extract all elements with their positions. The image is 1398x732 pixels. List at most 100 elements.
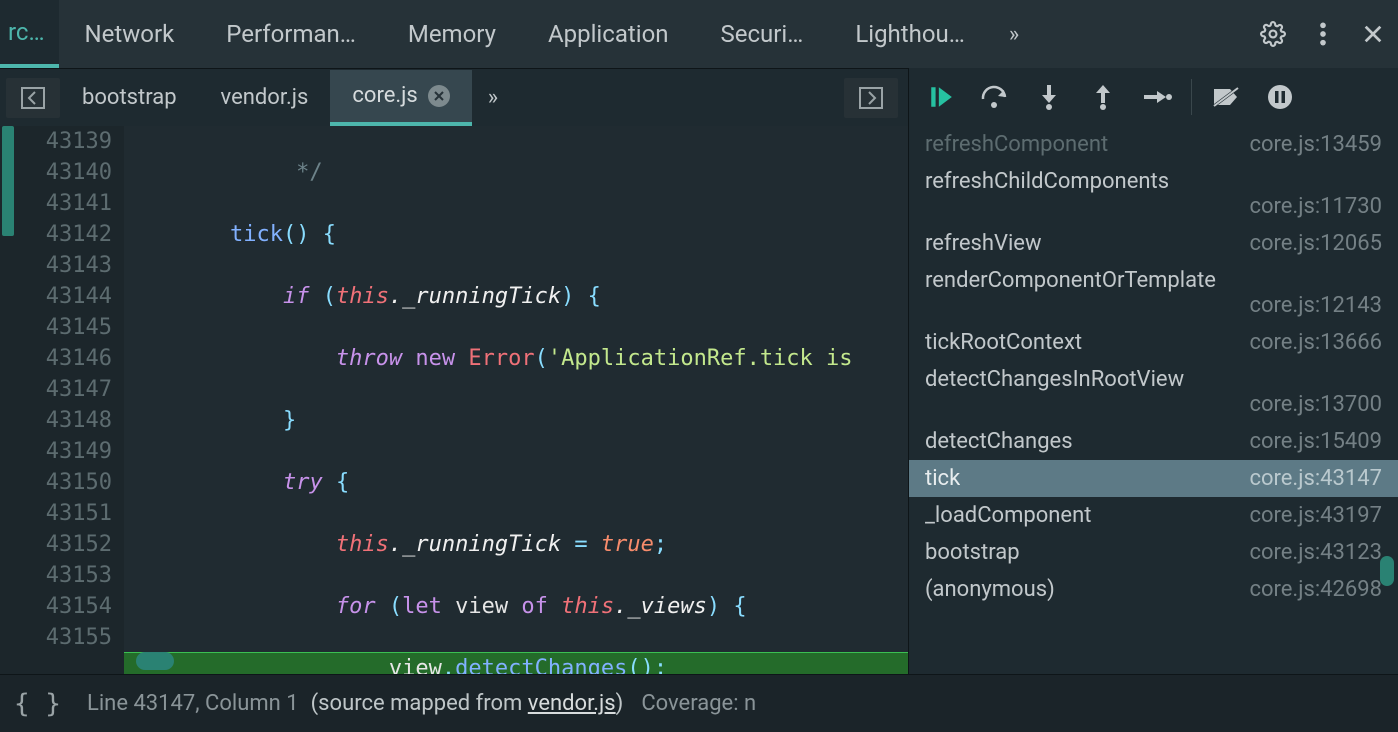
mapped-prefix: (source mapped from (311, 691, 528, 716)
close-tab-button[interactable] (428, 85, 450, 107)
pause-on-exceptions-button[interactable] (1254, 75, 1306, 119)
file-tab-bootstrap[interactable]: bootstrap (60, 70, 199, 126)
line-number: 43139 (0, 126, 112, 157)
deactivate-bp-icon (1212, 86, 1240, 108)
step-out-icon (1093, 84, 1113, 110)
nav-right-icon (859, 87, 883, 109)
frame-location: core.js:42698 (1249, 577, 1382, 602)
step-into-button[interactable] (1023, 75, 1075, 119)
step-button[interactable] (1131, 75, 1183, 119)
frame-function-name: (anonymous) (925, 577, 1055, 602)
step-over-icon (980, 85, 1010, 109)
vertical-scroll-thumb[interactable] (1380, 556, 1394, 586)
coverage-info: Coverage: n (641, 691, 756, 716)
tabs-overflow-icon[interactable]: » (991, 22, 1037, 47)
tab-memory[interactable]: Memory (382, 0, 522, 68)
line-number: 43150 (0, 467, 112, 498)
close-devtools-button[interactable] (1348, 0, 1398, 68)
step-out-button[interactable] (1077, 75, 1129, 119)
source-map-info: (source mapped from vendor.js) (311, 691, 624, 716)
frame-location: core.js:43147 (1249, 466, 1382, 491)
call-stack-frame[interactable]: tickRootContextcore.js:13666 (909, 324, 1398, 361)
file-tab-core[interactable]: core.js (330, 70, 471, 126)
frame-location: core.js:43123 (1249, 540, 1382, 565)
frame-function-name: detectChangesInRootView (925, 367, 1382, 392)
call-stack-frame[interactable]: renderComponentOrTemplatecore.js:12143 (909, 262, 1398, 324)
step-over-button[interactable] (969, 75, 1021, 119)
mapped-suffix: ) (616, 691, 624, 716)
editor-status-bar: { } Line 43147, Column 1 (source mapped … (0, 674, 1398, 732)
line-number: 43142 (0, 219, 112, 250)
resume-button[interactable] (915, 75, 967, 119)
frame-location: core.js:12143 (925, 293, 1382, 318)
line-number: 43143 (0, 250, 112, 281)
line-number: 43152 (0, 529, 112, 560)
call-stack-frame[interactable]: refreshChildComponentscore.js:11730 (909, 163, 1398, 225)
close-icon (1362, 23, 1384, 45)
line-number: 43155 (0, 622, 112, 653)
tab-lighthouse[interactable]: Lighthou… (829, 0, 991, 68)
tab-performance[interactable]: Performan… (200, 0, 382, 68)
code-editor[interactable]: 43139 43140 43141 43142 43143 43144 4314… (0, 126, 908, 674)
frame-function-name: refreshChildComponents (925, 169, 1382, 194)
line-number: 43148 (0, 405, 112, 436)
more-button[interactable] (1298, 0, 1348, 68)
call-stack-frame[interactable]: detectChangesInRootViewcore.js:13700 (909, 361, 1398, 423)
tab-application[interactable]: Application (522, 0, 695, 68)
file-tabs-overflow-icon[interactable]: » (472, 85, 514, 110)
frame-function-name: refreshComponent (925, 132, 1108, 157)
file-tab-label: core.js (352, 83, 417, 108)
line-number: 43146 (0, 343, 112, 374)
call-stack-frame[interactable]: tickcore.js:43147 (909, 460, 1398, 497)
toolbar-separator (1191, 79, 1192, 115)
frame-function-name: bootstrap (925, 540, 1020, 565)
gutter-scroll-indicator (2, 126, 14, 236)
call-stack-frame[interactable]: bootstrap core.js:43123 (909, 534, 1398, 571)
sources-toolbar-row: bootstrap vendor.js core.js » (0, 68, 1398, 126)
cursor-position: Line 43147, Column 1 (87, 691, 299, 716)
frame-function-name: tickRootContext (925, 330, 1082, 355)
frame-location: core.js:11730 (925, 194, 1382, 219)
line-number: 43149 (0, 436, 112, 467)
horizontal-scroll-thumb[interactable] (136, 652, 174, 670)
pause-exceptions-icon (1267, 84, 1293, 110)
devtools-panel-tabs: rc… Network Performan… Memory Applicatio… (0, 0, 1398, 68)
line-number: 43144 (0, 281, 112, 312)
nav-left-icon (21, 87, 45, 109)
tab-sources[interactable]: rc… (0, 0, 59, 68)
frame-location: core.js:15409 (1249, 429, 1382, 454)
resume-icon (928, 84, 954, 110)
call-stack-frame[interactable]: refreshView core.js:12065 (909, 225, 1398, 262)
frame-location: core.js:12065 (1249, 231, 1382, 256)
line-number: 43141 (0, 188, 112, 219)
call-stack-frame[interactable]: refreshComponentcore.js:13459 (909, 126, 1398, 163)
tab-network[interactable]: Network (59, 0, 201, 68)
line-gutter: 43139 43140 43141 43142 43143 43144 4314… (0, 126, 124, 674)
line-number: 43154 (0, 591, 112, 622)
frame-function-name: detectChanges (925, 429, 1073, 454)
debugger-controls (908, 68, 1398, 126)
tab-security[interactable]: Securi… (695, 0, 830, 68)
step-into-icon (1039, 84, 1059, 110)
kebab-icon (1319, 21, 1327, 47)
line-number: 43145 (0, 312, 112, 343)
frame-location: core.js:43197 (1249, 503, 1382, 528)
settings-button[interactable] (1248, 0, 1298, 68)
mapped-file-link[interactable]: vendor.js (528, 691, 616, 716)
call-stack-frame[interactable]: detectChanges core.js:15409 (909, 423, 1398, 460)
deactivate-breakpoints-button[interactable] (1200, 75, 1252, 119)
open-files-tabbar: bootstrap vendor.js core.js » (0, 68, 908, 126)
file-tab-vendor[interactable]: vendor.js (199, 70, 331, 126)
call-stack-frame[interactable]: (anonymous) core.js:42698 (909, 571, 1398, 608)
show-debugger-pane-button[interactable] (844, 78, 898, 118)
line-number: 43153 (0, 560, 112, 591)
call-stack-frame[interactable]: _loadComponentcore.js:43197 (909, 497, 1398, 534)
frame-function-name: renderComponentOrTemplate (925, 268, 1382, 293)
show-navigator-button[interactable] (6, 78, 60, 118)
pretty-print-button[interactable]: { } (14, 689, 61, 719)
line-number: 43140 (0, 157, 112, 188)
frame-function-name: refreshView (925, 231, 1042, 256)
sources-main: 43139 43140 43141 43142 43143 43144 4314… (0, 126, 1398, 674)
frame-location: core.js:13700 (925, 392, 1382, 417)
code-content[interactable]: */ tick() { if (this._runningTick) { thr… (124, 126, 908, 674)
